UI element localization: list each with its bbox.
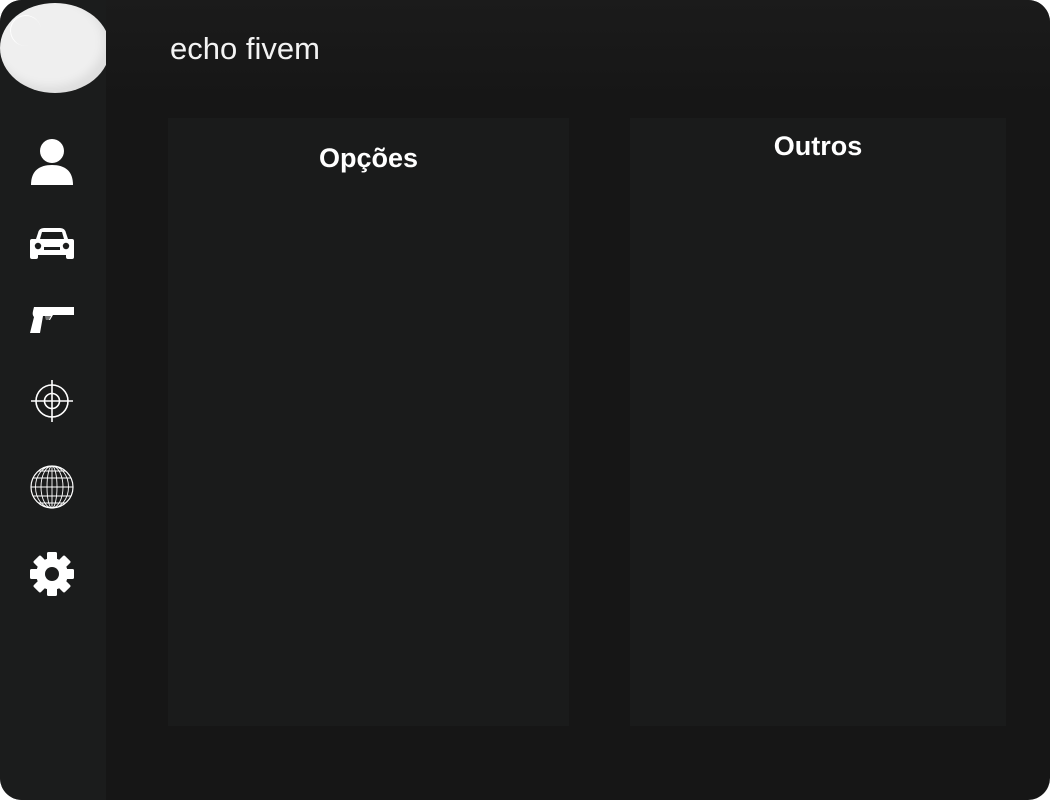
- sidebar-item-weapon[interactable]: [26, 293, 78, 345]
- options-panel: Opções: [168, 118, 569, 726]
- sidebar-item-player[interactable]: [26, 136, 78, 188]
- pistol-icon: [28, 301, 76, 337]
- sidebar-item-settings[interactable]: [26, 548, 78, 600]
- user-icon: [29, 138, 75, 186]
- others-panel-title: Outros: [773, 131, 863, 161]
- sidebar-item-world[interactable]: [26, 461, 78, 513]
- car-icon: [29, 226, 75, 262]
- logo-circle[interactable]: [0, 3, 110, 93]
- header: echo fivem: [106, 0, 1050, 100]
- globe-icon: [29, 464, 75, 510]
- others-panel: Outros: [630, 118, 1006, 726]
- app-window: echo fivem Opções Outros: [0, 0, 1050, 800]
- gear-icon: [29, 551, 75, 597]
- sidebar: [0, 0, 110, 800]
- sidebar-item-aim[interactable]: [26, 375, 78, 427]
- sidebar-item-vehicle[interactable]: [26, 218, 78, 270]
- options-panel-title: Opções: [318, 143, 419, 173]
- app-title: echo fivem: [170, 31, 320, 66]
- crosshair-icon: [29, 378, 75, 424]
